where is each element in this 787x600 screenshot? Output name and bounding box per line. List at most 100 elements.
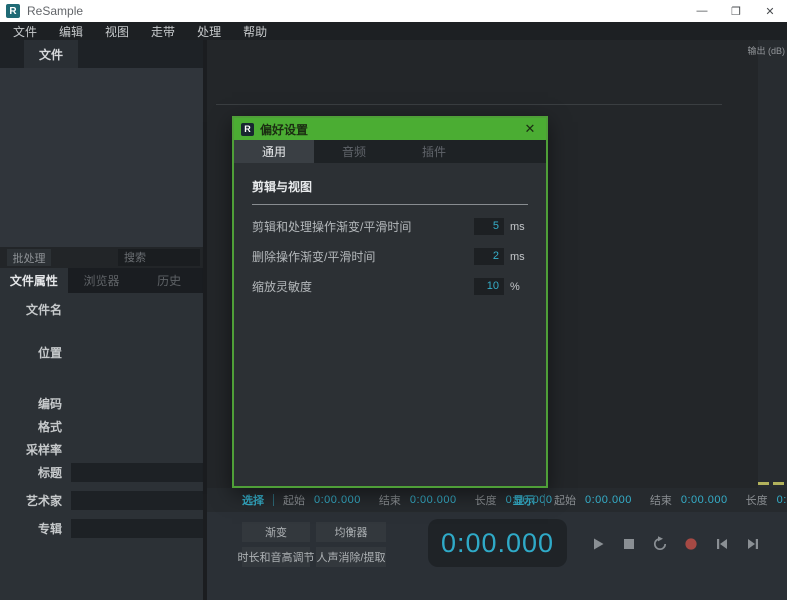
tab-file-properties[interactable]: 文件属性: [0, 268, 68, 293]
transport-controls: [590, 536, 761, 552]
display-time-group: 显示 起始 0:00.000 结束 0:00.000 长度 0:00.000: [513, 488, 787, 512]
display-end-value[interactable]: 0:00.000: [681, 494, 728, 506]
batch-search-row: 批处理: [0, 247, 203, 268]
status-divider: [544, 494, 545, 506]
samplerate-label: 采样率: [25, 443, 62, 457]
zoom-sensitivity-input[interactable]: 10: [474, 278, 504, 295]
dialog-tabs: 通用 音频 插件: [234, 140, 546, 163]
menu-file[interactable]: 文件: [2, 23, 48, 40]
menu-bar: 文件 编辑 视图 走带 处理 帮助: [0, 22, 787, 40]
zoom-sensitivity-label: 缩放灵敏度: [252, 280, 313, 294]
meter-marker: [773, 482, 784, 485]
window-titlebar: R ReSample — ❐ ✕: [0, 0, 787, 22]
property-filename: 文件名: [0, 300, 195, 319]
property-samplerate: 采样率: [0, 440, 195, 459]
file-list-area[interactable]: [0, 68, 203, 247]
tab-browser[interactable]: 浏览器: [68, 268, 136, 293]
title-field[interactable]: [71, 463, 223, 482]
stop-icon[interactable]: [621, 536, 637, 552]
close-icon[interactable]: ✕: [753, 0, 787, 22]
selection-mode-label[interactable]: 选择: [242, 492, 264, 508]
delete-fade-time-input[interactable]: 2: [474, 248, 504, 265]
artist-field[interactable]: [71, 491, 223, 510]
property-format: 格式: [0, 417, 195, 436]
skip-to-end-icon[interactable]: [745, 536, 761, 552]
menu-transport[interactable]: 走带: [140, 23, 186, 40]
output-meter-label: 输出 (dB): [747, 46, 785, 56]
fade-button[interactable]: 渐变: [242, 522, 310, 542]
batch-process-button[interactable]: 批处理: [7, 249, 51, 266]
play-icon[interactable]: [590, 536, 606, 552]
delete-fade-time-unit: ms: [510, 250, 525, 263]
loop-icon[interactable]: [652, 536, 668, 552]
dialog-titlebar[interactable]: R 偏好设置 ✕: [234, 118, 546, 140]
waveform-centerline: [216, 104, 722, 105]
time-pitch-button[interactable]: 时长和音高调节: [238, 547, 315, 567]
tab-general[interactable]: 通用: [234, 140, 314, 163]
location-label: 位置: [37, 346, 62, 360]
album-label: 专辑: [37, 522, 62, 536]
vocal-remove-button[interactable]: 人声消除/提取: [316, 547, 386, 567]
display-mode-label[interactable]: 显示: [513, 492, 535, 508]
equalizer-button[interactable]: 均衡器: [316, 522, 386, 542]
menu-view[interactable]: 视图: [94, 23, 140, 40]
tab-plugins[interactable]: 插件: [394, 140, 474, 163]
delete-fade-time-label: 删除操作渐变/平滑时间: [252, 250, 376, 264]
dialog-title: 偏好设置: [260, 122, 309, 137]
window-title: ReSample: [27, 4, 84, 18]
artist-label: 艺术家: [25, 494, 62, 508]
selection-length-label: 长度: [474, 495, 497, 507]
tab-file[interactable]: 文件: [24, 40, 78, 68]
window-controls: — ❐ ✕: [685, 0, 787, 22]
section-divider: [252, 204, 528, 205]
filename-label: 文件名: [25, 303, 62, 317]
property-encoding: 编码: [0, 394, 195, 413]
property-location: 位置: [0, 343, 195, 362]
display-end-label: 结束: [649, 495, 672, 507]
zoom-sensitivity-unit: %: [510, 280, 520, 293]
dialog-content: 剪辑与视图 剪辑和处理操作渐变/平滑时间 5 ms 删除操作渐变/平滑时间 2 …: [234, 163, 546, 295]
dialog-close-icon[interactable]: ✕: [521, 121, 539, 137]
minimize-icon[interactable]: —: [685, 0, 719, 22]
display-length-label: 长度: [745, 495, 768, 507]
section-title: 剪辑与视图: [252, 180, 313, 194]
maximize-icon[interactable]: ❐: [719, 0, 753, 22]
edit-fade-time-label: 剪辑和处理操作渐变/平滑时间: [252, 220, 412, 234]
setting-row: 缩放灵敏度 10 %: [252, 278, 528, 295]
tab-history[interactable]: 历史: [135, 268, 203, 293]
output-meter: 输出 (dB): [747, 40, 787, 488]
preferences-dialog: R 偏好设置 ✕ 通用 音频 插件 剪辑与视图 剪辑和处理操作渐变/平滑时间 5…: [232, 116, 548, 488]
bottom-panel: 渐变 均衡器 时长和音高调节 人声消除/提取 0:00.000: [207, 512, 787, 600]
skip-to-start-icon[interactable]: [714, 536, 730, 552]
selection-end-value[interactable]: 0:00.000: [410, 494, 457, 506]
sidebar: 文件 批处理 文件属性 浏览器 历史 文件名 位置 编码 格式 采样率 标题 艺…: [0, 40, 223, 600]
display-start-label: 起始: [554, 495, 576, 507]
fx-buttons: 渐变 均衡器 时长和音高调节 人声消除/提取: [238, 522, 386, 567]
edit-fade-time-input[interactable]: 5: [474, 218, 504, 235]
record-icon[interactable]: [683, 536, 699, 552]
app-logo-icon: R: [6, 4, 20, 18]
playhead-time-display: 0:00.000: [428, 519, 567, 567]
menu-process[interactable]: 处理: [186, 23, 232, 40]
meter-marker: [758, 482, 769, 485]
menu-edit[interactable]: 编辑: [48, 23, 94, 40]
album-field[interactable]: [71, 519, 223, 538]
selection-end-label: 结束: [378, 495, 401, 507]
display-length-value[interactable]: 0:00.000: [777, 494, 787, 506]
encoding-label: 编码: [37, 397, 62, 411]
search-input[interactable]: [118, 249, 200, 266]
time-status-bar: 选择 起始 0:00.000 结束 0:00.000 长度 0:00.000 显…: [207, 488, 787, 512]
title-label: 标题: [37, 466, 62, 480]
display-start-value[interactable]: 0:00.000: [585, 494, 632, 506]
selection-start-label: 起始: [283, 495, 305, 507]
tab-audio[interactable]: 音频: [314, 140, 394, 163]
meter-markers: [758, 482, 784, 485]
property-album: 专辑: [0, 519, 223, 538]
menu-help[interactable]: 帮助: [232, 23, 278, 40]
selection-start-value[interactable]: 0:00.000: [314, 494, 361, 506]
status-divider: [273, 494, 274, 506]
setting-row: 剪辑和处理操作渐变/平滑时间 5 ms: [252, 218, 528, 235]
selection-time-group: 选择 起始 0:00.000 结束 0:00.000 长度 0:00.000: [242, 488, 552, 512]
setting-row: 删除操作渐变/平滑时间 2 ms: [252, 248, 528, 265]
dialog-logo-icon: R: [241, 122, 254, 136]
